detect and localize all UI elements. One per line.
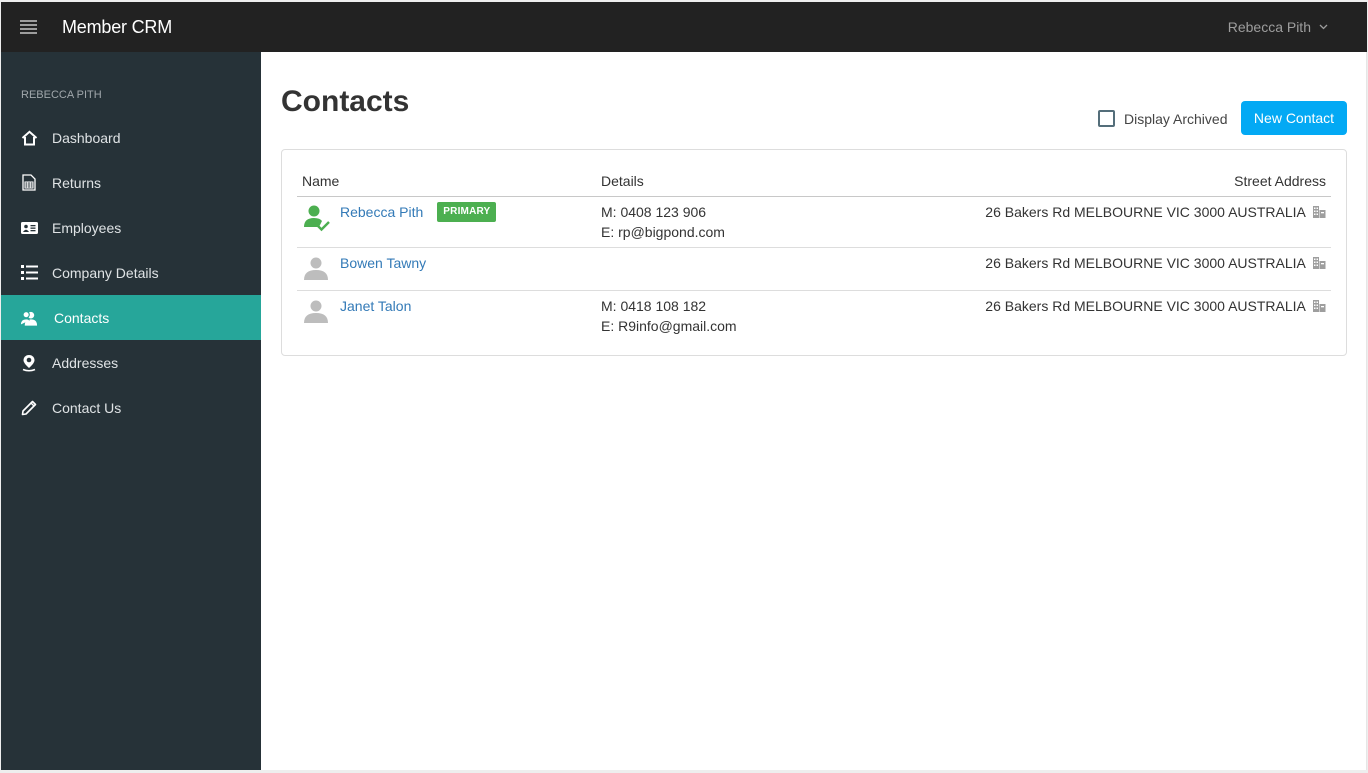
sidebar-item-company-details[interactable]: Company Details <box>1 250 261 295</box>
sidebar-heading: REBECCA PITH <box>21 89 102 101</box>
building-icon <box>1313 297 1326 317</box>
sidebar-item-label: Contact Us <box>52 399 122 416</box>
contact-email: E: rp@bigpond.com <box>601 223 725 240</box>
contact-name-link[interactable]: Bowen Tawny <box>340 253 426 273</box>
hamburger-menu-icon[interactable] <box>20 20 37 34</box>
window-scroll-edge <box>1366 52 1367 770</box>
column-header-street-address[interactable]: Street Address <box>876 165 1331 197</box>
display-archived-label: Display Archived <box>1124 110 1228 127</box>
table-header-row: Name Details Street Address <box>297 165 1331 197</box>
sidebar-item-label: Dashboard <box>52 129 121 146</box>
user-icon <box>302 297 332 327</box>
contacts-panel: Name Details Street Address Rebecca Pith… <box>281 149 1347 356</box>
calculator-document-icon <box>20 174 38 192</box>
table-row: Bowen Tawny 26 Bakers Rd MELBOURNE VIC 3… <box>297 247 1331 291</box>
contact-address: 26 Bakers Rd MELBOURNE VIC 3000 AUSTRALI… <box>985 203 1306 220</box>
table-row: Janet Talon M: 0418 108 182 E: R9info@gm… <box>297 290 1331 341</box>
sidebar-item-returns[interactable]: Returns <box>1 160 261 205</box>
display-archived-checkbox[interactable] <box>1098 110 1115 127</box>
sidebar-item-contacts[interactable]: Contacts <box>1 295 261 340</box>
contacts-icon <box>20 309 38 327</box>
app-window: Member CRM Rebecca Pith REBECCA PITH Das… <box>1 2 1367 770</box>
sidebar-item-dashboard[interactable]: Dashboard <box>1 115 261 160</box>
sidebar-item-label: Contacts <box>54 309 110 326</box>
building-icon <box>1313 254 1326 274</box>
sidebar-item-label: Addresses <box>52 354 119 371</box>
sidebar-item-label: Employees <box>52 219 122 236</box>
sidebar: REBECCA PITH Dashboard Returns Employees <box>1 52 261 770</box>
user-menu-label: Rebecca Pith <box>1227 19 1311 35</box>
top-navbar: Member CRM Rebecca Pith <box>1 2 1367 52</box>
pencil-icon <box>20 399 38 417</box>
map-pin-icon <box>20 354 38 372</box>
sidebar-item-label: Company Details <box>52 264 159 281</box>
sidebar-item-label: Returns <box>52 174 102 191</box>
sidebar-item-contact-us[interactable]: Contact Us <box>1 385 261 430</box>
primary-badge: PRIMARY <box>437 201 497 222</box>
sidebar-item-addresses[interactable]: Addresses <box>1 340 261 385</box>
contact-name-link[interactable]: Janet Talon <box>340 296 411 316</box>
chevron-down-icon <box>1319 22 1329 32</box>
contact-name-link[interactable]: Rebecca Pith <box>340 204 423 220</box>
app-title[interactable]: Member CRM <box>62 17 172 38</box>
list-icon <box>20 264 38 282</box>
contact-mobile: M: 0418 108 182 <box>601 297 707 314</box>
id-card-icon <box>20 219 38 237</box>
contact-mobile: M: 0408 123 906 <box>601 203 707 220</box>
display-archived-toggle[interactable]: Display Archived <box>1098 110 1228 127</box>
column-header-details[interactable]: Details <box>596 165 876 197</box>
sidebar-item-employees[interactable]: Employees <box>1 205 261 250</box>
page-title: Contacts <box>281 85 410 118</box>
primary-user-icon <box>302 203 332 233</box>
new-contact-button[interactable]: New Contact <box>1241 101 1347 135</box>
home-icon <box>20 129 38 147</box>
sidebar-nav: Dashboard Returns Employees Company Deta… <box>1 115 261 430</box>
user-icon <box>302 254 332 284</box>
table-row: Rebecca Pith PRIMARY M: 0408 123 906 E: r… <box>297 196 1331 248</box>
contact-address: 26 Bakers Rd MELBOURNE VIC 3000 AUSTRALI… <box>985 297 1306 314</box>
column-header-name[interactable]: Name <box>297 165 596 197</box>
building-icon <box>1313 203 1326 223</box>
contact-address: 26 Bakers Rd MELBOURNE VIC 3000 AUSTRALI… <box>985 254 1306 271</box>
main-content: Contacts Display Archived New Contact Na… <box>261 52 1367 770</box>
contact-email: E: R9info@gmail.com <box>601 317 737 334</box>
contacts-table: Name Details Street Address Rebecca Pith… <box>297 165 1331 341</box>
user-menu-dropdown[interactable]: Rebecca Pith <box>1228 2 1329 52</box>
